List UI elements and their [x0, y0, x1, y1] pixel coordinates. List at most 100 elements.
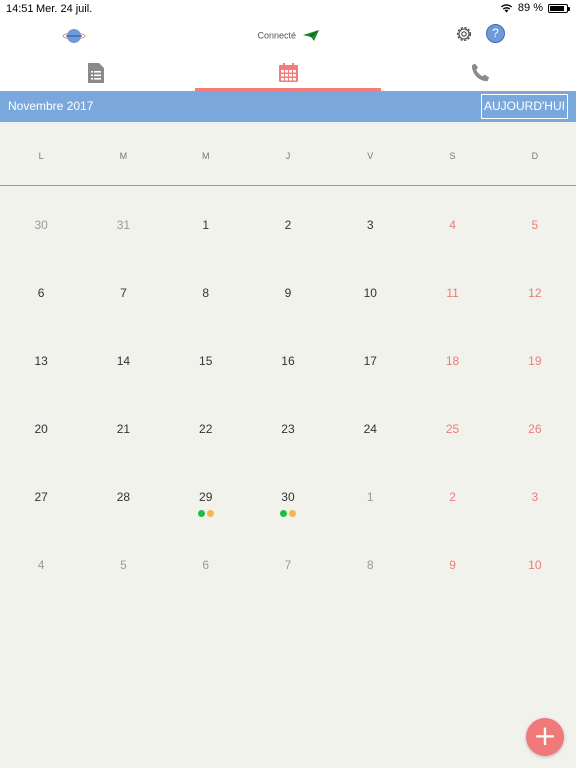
day-cell[interactable]: 30	[247, 459, 329, 527]
event-indicators	[247, 510, 329, 517]
day-number: 17	[363, 354, 377, 368]
weekday-label: M	[119, 151, 128, 161]
day-cell[interactable]: 5	[494, 187, 576, 255]
day-cell[interactable]: 12	[494, 255, 576, 323]
day-cell[interactable]: 7	[82, 255, 164, 323]
day-cell[interactable]: 4	[411, 187, 493, 255]
day-number: 15	[199, 354, 213, 368]
help-button[interactable]: ?	[486, 24, 505, 43]
day-cell[interactable]: 2	[411, 459, 493, 527]
day-number: 14	[116, 354, 131, 368]
calendar-grid: 30 31 1 2 3 4 5 6 7 8 9 10 11 12 13 14 15 16 17 18 19 20 21 22 2…	[0, 187, 576, 595]
document-icon	[88, 62, 104, 83]
day-cell[interactable]: 25	[411, 391, 493, 459]
day-cell[interactable]: 22	[165, 391, 247, 459]
status-time: 14:51	[6, 3, 34, 15]
day-number: 1	[202, 218, 210, 232]
paper-plane-icon	[302, 30, 319, 42]
day-cell[interactable]: 3	[329, 187, 411, 255]
connection-label: Connecté	[257, 30, 296, 41]
today-button[interactable]: AUJOURD'HUI	[481, 94, 568, 119]
day-number: 30	[34, 218, 48, 232]
wifi-icon	[500, 4, 513, 13]
day-number: 22	[199, 422, 213, 436]
day-number: 23	[281, 422, 295, 436]
day-cell[interactable]: 9	[411, 527, 493, 595]
month-title: Novembre 2017	[8, 99, 94, 113]
day-number: 10	[528, 558, 542, 572]
weekday-label: D	[531, 151, 539, 161]
day-cell[interactable]: 4	[0, 527, 82, 595]
weekday-label: S	[449, 151, 456, 161]
day-number: 7	[284, 558, 292, 572]
day-number: 10	[363, 286, 377, 300]
day-cell[interactable]: 6	[165, 527, 247, 595]
day-cell[interactable]: 30	[0, 187, 82, 255]
day-number: 18	[445, 354, 460, 368]
day-cell[interactable]: 8	[165, 255, 247, 323]
day-number: 19	[528, 354, 542, 368]
add-button[interactable]: +	[526, 718, 564, 756]
day-cell[interactable]: 24	[329, 391, 411, 459]
event-dot	[197, 510, 205, 517]
day-number: 1	[366, 490, 374, 504]
day-number: 6	[37, 286, 45, 300]
day-cell[interactable]: 20	[0, 391, 82, 459]
day-cell[interactable]: 13	[0, 323, 82, 391]
tab-bar	[0, 54, 576, 91]
day-cell[interactable]: 6	[0, 255, 82, 323]
month-header: Novembre 2017 AUJOURD'HUI	[0, 91, 576, 122]
weekday-header: L M M J V S D	[0, 122, 576, 186]
help-icon: ?	[492, 26, 499, 40]
day-cell[interactable]: 23	[247, 391, 329, 459]
day-cell[interactable]: 9	[247, 255, 329, 323]
tab-calendar[interactable]	[192, 54, 384, 91]
day-number: 12	[528, 286, 542, 300]
phone-icon	[471, 63, 489, 82]
day-cell[interactable]: 27	[0, 459, 82, 527]
day-cell[interactable]: 8	[329, 527, 411, 595]
day-cell[interactable]: 5	[82, 527, 164, 595]
day-number: 4	[37, 558, 45, 572]
day-cell[interactable]: 2	[247, 187, 329, 255]
day-cell[interactable]: 26	[494, 391, 576, 459]
day-cell[interactable]: 7	[247, 527, 329, 595]
day-cell[interactable]: 17	[329, 323, 411, 391]
day-cell[interactable]: 19	[494, 323, 576, 391]
day-cell[interactable]: 3	[494, 459, 576, 527]
battery-icon	[548, 3, 570, 13]
day-number: 13	[34, 354, 48, 368]
weekday-label: L	[38, 151, 44, 161]
day-number: 27	[34, 490, 48, 504]
gear-icon[interactable]	[454, 24, 474, 44]
day-cell[interactable]: 15	[165, 323, 247, 391]
day-cell[interactable]: 29	[165, 459, 247, 527]
event-indicators	[165, 510, 247, 517]
week-row: 30 31 1 2 3 4 5	[0, 187, 576, 255]
week-row: 13 14 15 16 17 18 19	[0, 323, 576, 391]
calendar-icon	[278, 63, 298, 82]
day-cell[interactable]: 1	[165, 187, 247, 255]
day-cell[interactable]: 11	[411, 255, 493, 323]
day-cell[interactable]: 14	[82, 323, 164, 391]
day-cell[interactable]: 10	[329, 255, 411, 323]
weekday-label: V	[367, 151, 374, 161]
day-cell[interactable]: 1	[329, 459, 411, 527]
day-cell[interactable]: 31	[82, 187, 164, 255]
event-dot	[288, 510, 296, 517]
day-cell[interactable]: 28	[82, 459, 164, 527]
day-number: 8	[366, 558, 374, 572]
day-cell[interactable]: 10	[494, 527, 576, 595]
tab-phone[interactable]	[384, 54, 576, 91]
day-number: 7	[120, 286, 127, 300]
day-number: 9	[449, 558, 456, 572]
event-dot	[279, 510, 287, 517]
week-row: 27 28 29 30 1 2 3	[0, 459, 576, 527]
battery-percent: 89 %	[517, 2, 543, 14]
day-cell[interactable]: 21	[82, 391, 164, 459]
day-cell[interactable]: 16	[247, 323, 329, 391]
day-cell[interactable]: 18	[411, 323, 493, 391]
day-number: 11	[446, 286, 459, 300]
tab-documents[interactable]	[0, 54, 192, 91]
day-number: 8	[202, 286, 210, 300]
